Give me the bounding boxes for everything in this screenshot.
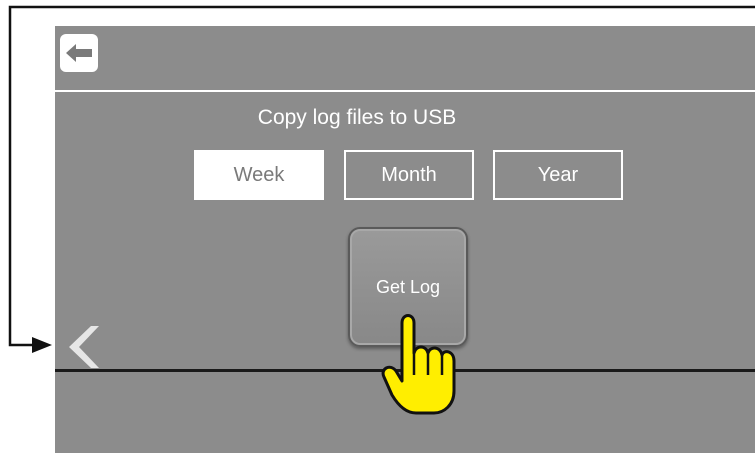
page-title: Copy log files to USB	[257, 106, 457, 129]
tab-year[interactable]: Year	[493, 150, 623, 200]
pointing-hand-icon	[381, 314, 456, 415]
top-bar	[55, 26, 755, 88]
chevron-left-icon[interactable]	[61, 322, 103, 372]
back-button[interactable]	[60, 34, 98, 72]
get-log-label: Get Log	[375, 276, 441, 297]
tab-week[interactable]: Week	[194, 150, 324, 200]
tab-month[interactable]: Month	[344, 150, 474, 200]
arrow-left-icon	[66, 44, 92, 62]
